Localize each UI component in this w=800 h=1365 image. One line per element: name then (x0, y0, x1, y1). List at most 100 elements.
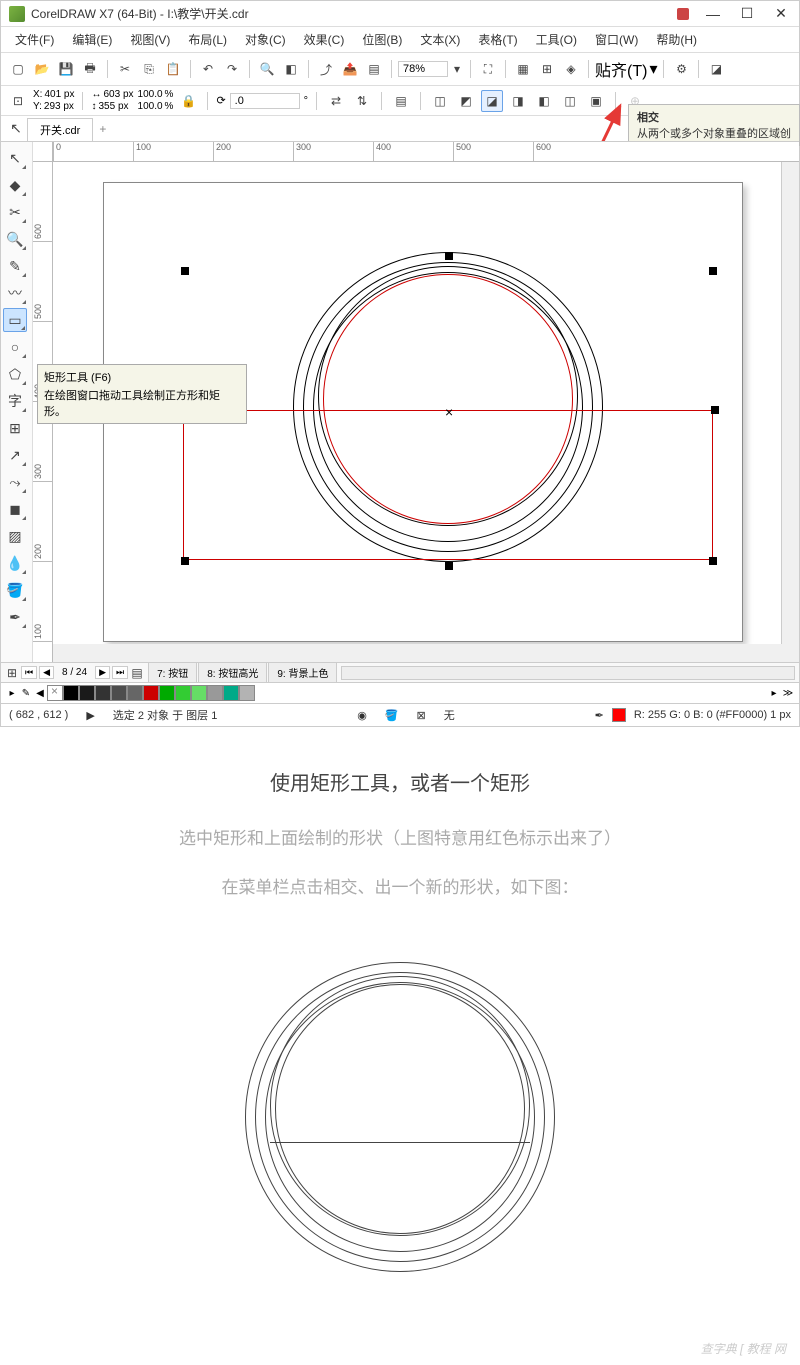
outline-color-swatch[interactable] (612, 708, 626, 722)
publish-icon[interactable]: 📤 (339, 58, 361, 80)
dimension-tool-icon[interactable]: ↗ (3, 443, 27, 467)
minimize-button[interactable]: — (703, 7, 723, 21)
color-swatch[interactable] (159, 685, 175, 701)
mirror-h-icon[interactable]: ⇄ (325, 90, 347, 112)
menu-table[interactable]: 表格(T) (472, 29, 523, 50)
add-tab-button[interactable]: + (93, 119, 112, 139)
y-value[interactable]: 293 px (44, 101, 74, 112)
outline-tool-icon[interactable]: ✒ (3, 605, 27, 629)
last-page-button[interactable]: ⏭ (112, 666, 128, 679)
transparency-tool-icon[interactable]: ▨ (3, 524, 27, 548)
first-page-button[interactable]: ⏮ (21, 666, 37, 679)
menu-help[interactable]: 帮助(H) (650, 29, 703, 50)
rectangle-tool-icon[interactable]: ▭ (3, 308, 27, 332)
selection-handle[interactable] (445, 562, 453, 570)
selection-handle[interactable] (445, 252, 453, 260)
drop-shadow-icon[interactable]: ◼ (3, 497, 27, 521)
app-launch-icon[interactable]: ▤ (363, 58, 385, 80)
next-page-button[interactable]: ▶ (95, 666, 110, 679)
x-value[interactable]: 401 px (44, 89, 74, 100)
scale-x-value[interactable]: 100.0 (138, 89, 163, 100)
color-swatch[interactable] (143, 685, 159, 701)
selection-handle[interactable] (709, 557, 717, 565)
menu-edit[interactable]: 编辑(E) (66, 29, 118, 50)
freehand-tool-icon[interactable]: ✎ (3, 254, 27, 278)
menu-view[interactable]: 视图(V) (124, 29, 176, 50)
open-icon[interactable]: 📂 (31, 58, 53, 80)
show-guides-icon[interactable]: ◈ (560, 58, 582, 80)
color-swatch[interactable] (95, 685, 111, 701)
user-icon[interactable] (677, 8, 689, 20)
palette-scroll-right-icon[interactable]: ▸ (767, 686, 781, 700)
page-sorter-icon[interactable]: ▤ (130, 666, 144, 680)
fill-tool-icon[interactable]: 🪣 (3, 578, 27, 602)
ellipse-tool-icon[interactable]: ○ (3, 335, 27, 359)
zoom-dropdown-icon[interactable]: ▾ (450, 58, 464, 80)
pick-tool-icon[interactable]: ↖ (3, 146, 27, 170)
paste-icon[interactable]: 📋 (162, 58, 184, 80)
page-tab[interactable]: 8: 按钮高光 (198, 662, 267, 683)
menu-layout[interactable]: 布局(L) (182, 29, 233, 50)
selection-handle[interactable] (181, 267, 189, 275)
shape-tool-icon[interactable]: ◆ (3, 173, 27, 197)
boundary-icon[interactable]: ▣ (585, 90, 607, 112)
horizontal-scrollbar[interactable] (341, 666, 795, 680)
color-swatch[interactable] (127, 685, 143, 701)
color-swatch[interactable] (79, 685, 95, 701)
zoom-field[interactable] (398, 61, 448, 77)
pick-tool-mini-icon[interactable]: ↖ (5, 119, 27, 139)
fullscreen-icon[interactable]: ⛶ (477, 58, 499, 80)
text-tool-icon[interactable]: 字 (3, 389, 27, 413)
trim-icon[interactable]: ◩ (455, 90, 477, 112)
maximize-button[interactable]: ☐ (737, 7, 757, 21)
mirror-v-icon[interactable]: ⇅ (351, 90, 373, 112)
ruler-origin[interactable] (33, 142, 53, 162)
zoom-tool-icon[interactable]: 🔍 (3, 227, 27, 251)
color-swatch[interactable] (63, 685, 79, 701)
selection-handle[interactable] (181, 557, 189, 565)
back-minus-front-icon[interactable]: ◫ (559, 90, 581, 112)
eyedropper-tool-icon[interactable]: 💧 (3, 551, 27, 575)
polygon-tool-icon[interactable]: ⬠ (3, 362, 27, 386)
snap-dropdown[interactable]: 贴齐(T) ▾ (595, 57, 657, 81)
weld-icon[interactable]: ◫ (429, 90, 451, 112)
page-tab[interactable]: 7: 按钮 (148, 662, 197, 683)
new-icon[interactable]: ▢ (7, 58, 29, 80)
menu-file[interactable]: 文件(F) (9, 29, 60, 50)
vertical-scrollbar[interactable] (781, 162, 799, 644)
options-icon[interactable]: ⚙ (670, 58, 692, 80)
close-button[interactable]: ✕ (771, 7, 791, 21)
simplify-icon[interactable]: ◨ (507, 90, 529, 112)
object-origin-icon[interactable]: ⊡ (7, 90, 29, 112)
lock-ratio-icon[interactable]: 🔒 (177, 90, 199, 112)
palette-scroll-left-icon[interactable]: ▸ (5, 686, 19, 700)
color-swatch[interactable] (111, 685, 127, 701)
palette-scroll-left-arrow[interactable]: ◀ (33, 686, 47, 700)
import-icon[interactable]: ◧ (280, 58, 302, 80)
menu-text[interactable]: 文本(X) (414, 29, 466, 50)
palette-expand-icon[interactable]: ≫ (781, 686, 795, 700)
rotation-field[interactable] (230, 93, 300, 109)
search-icon[interactable]: 🔍 (256, 58, 278, 80)
color-swatch[interactable] (175, 685, 191, 701)
width-value[interactable]: 603 px (103, 89, 133, 100)
menu-effects[interactable]: 效果(C) (298, 29, 351, 50)
menu-object[interactable]: 对象(C) (239, 29, 292, 50)
color-proof-icon[interactable]: ◉ (357, 709, 367, 722)
connector-tool-icon[interactable]: ⤳ (3, 470, 27, 494)
menu-window[interactable]: 窗口(W) (589, 29, 644, 50)
copy-icon[interactable]: ⎘ (138, 58, 160, 80)
color-swatch[interactable] (239, 685, 255, 701)
front-minus-back-icon[interactable]: ◧ (533, 90, 555, 112)
scale-y-value[interactable]: 100.0 (138, 101, 163, 112)
save-icon[interactable]: 💾 (55, 58, 77, 80)
show-rulers-icon[interactable]: ▦ (512, 58, 534, 80)
page-tab[interactable]: 9: 背景上色 (268, 662, 337, 683)
document-tab[interactable]: 开关.cdr (27, 118, 93, 141)
menu-bitmap[interactable]: 位图(B) (356, 29, 408, 50)
color-swatch[interactable] (207, 685, 223, 701)
color-swatch[interactable] (191, 685, 207, 701)
eyedropper-icon[interactable]: ✎ (19, 686, 33, 700)
add-page-icon[interactable]: ⊞ (5, 666, 19, 680)
show-grid-icon[interactable]: ⊞ (536, 58, 558, 80)
